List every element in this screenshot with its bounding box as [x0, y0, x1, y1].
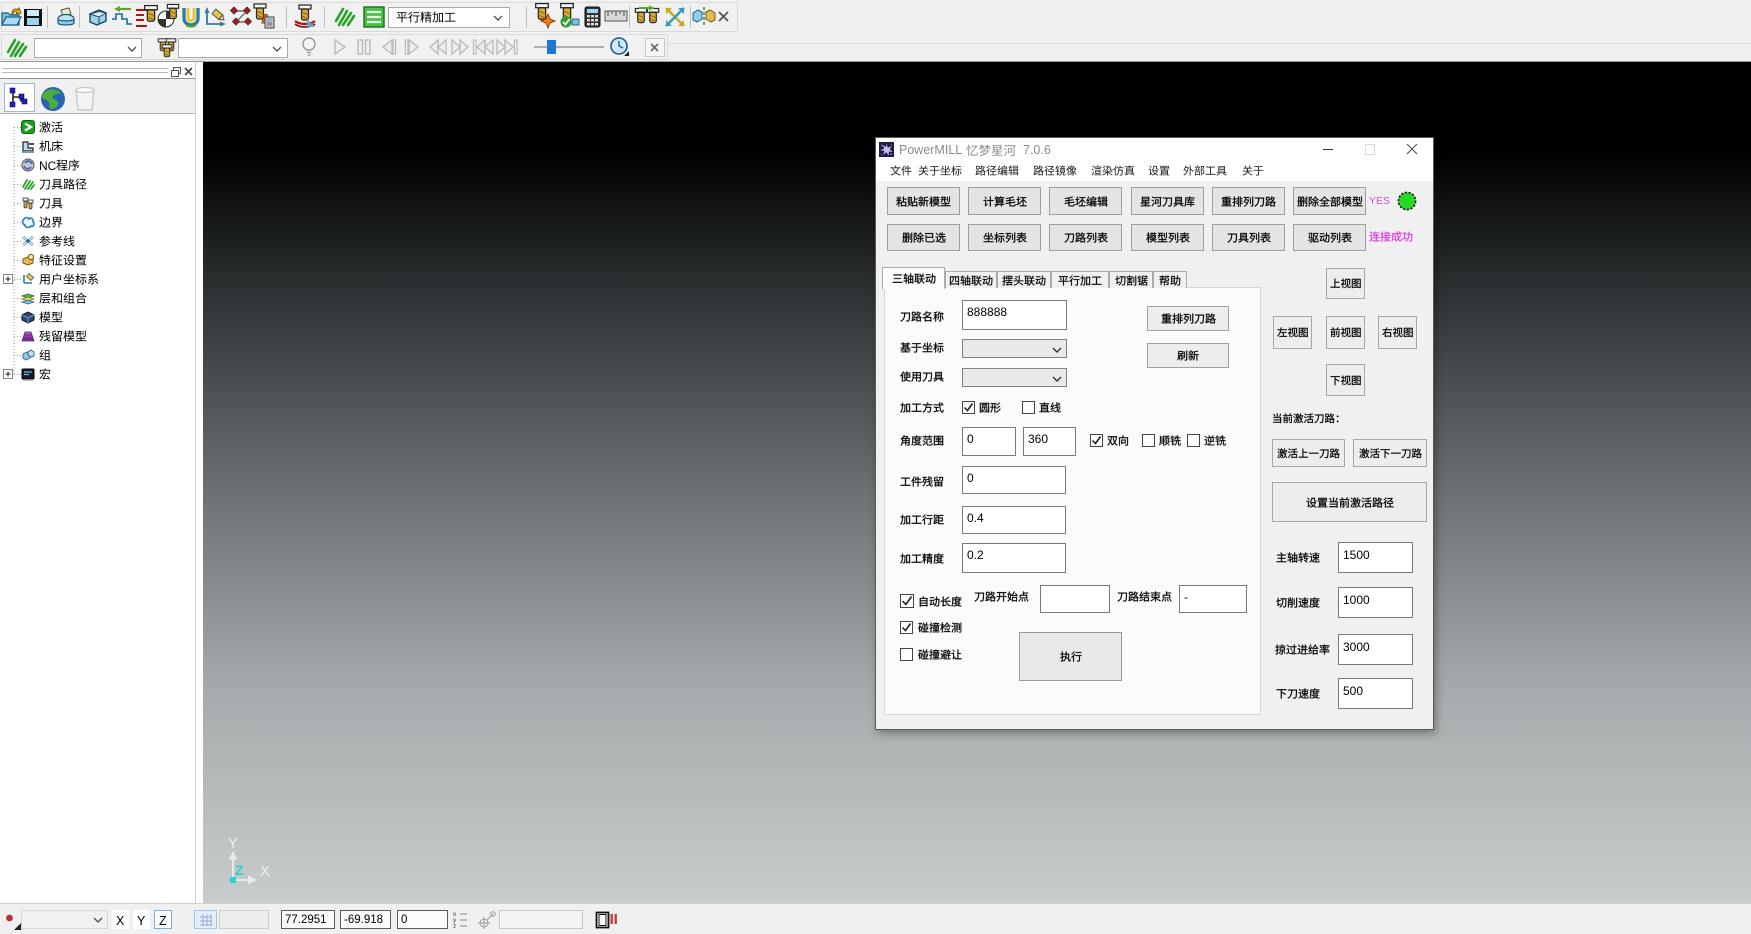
svg-text:Y: Y	[228, 835, 238, 852]
svg-text:Z: Z	[235, 862, 244, 878]
svg-text:z: z	[453, 923, 456, 930]
svg-text:X: X	[260, 863, 270, 880]
